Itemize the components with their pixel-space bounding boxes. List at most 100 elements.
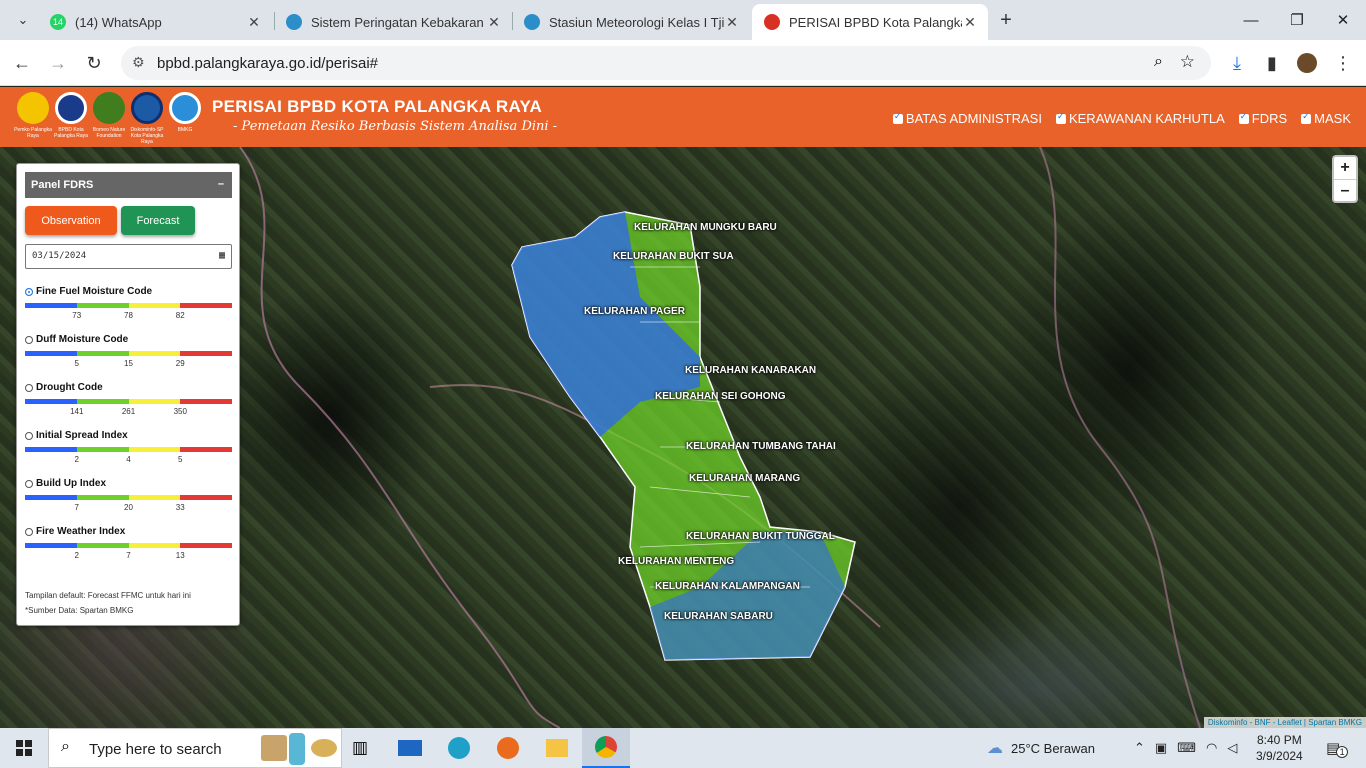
scale-tick: 13 [175, 551, 185, 560]
date-input[interactable]: 03/15/2024 ▦ [25, 244, 232, 269]
search-highlight-icon [311, 739, 337, 757]
close-icon[interactable]: ✕ [246, 14, 262, 31]
notification-count: 1 [1336, 746, 1349, 758]
volume-icon[interactable]: ◁ [1227, 740, 1237, 756]
label-kelurahan: KELURAHAN KANARAKAN [685, 365, 817, 376]
index-fire-weather-index[interactable]: Fire Weather Index 2 7 13 [25, 526, 232, 560]
whatsapp-icon: 14 [50, 14, 66, 30]
tab-perisai[interactable]: PERISAI BPBD Kota Palangka Ra ✕ [752, 4, 988, 40]
index-drought-code[interactable]: Drought Code 141 261 350 [25, 382, 232, 416]
layer-batas-administrasi[interactable]: BATAS ADMINISTRASI [892, 111, 1042, 126]
chevron-up-icon[interactable]: ⌃ [1134, 740, 1145, 756]
restore-button[interactable]: ❐ [1274, 0, 1320, 40]
forward-button[interactable]: → [43, 48, 73, 78]
bpbd-logo-icon [55, 92, 87, 124]
index-label: Initial Spread Index [36, 430, 128, 441]
globe-icon [524, 14, 540, 30]
menu-icon[interactable]: ⋮ [1328, 48, 1358, 78]
radio-icon[interactable] [25, 431, 33, 440]
index-label: Build Up Index [36, 478, 106, 489]
scale-tick: 2 [74, 551, 79, 560]
radio-icon[interactable] [25, 479, 33, 488]
radio-icon[interactable] [25, 335, 33, 344]
reload-button[interactable]: ↻ [79, 48, 109, 78]
close-icon[interactable]: ✕ [724, 14, 740, 31]
side-panel-icon[interactable]: ▮ [1257, 48, 1287, 78]
checkbox-icon[interactable] [892, 111, 903, 124]
radio-icon[interactable] [25, 527, 33, 536]
calendar-icon[interactable]: ▦ [219, 250, 225, 261]
windows-start-icon[interactable] [0, 728, 48, 768]
index-build-up-index[interactable]: Build Up Index 7 20 33 [25, 478, 232, 512]
layer-label: MASK [1314, 111, 1351, 126]
index-initial-spread-index[interactable]: Initial Spread Index 2 4 5 [25, 430, 232, 464]
weather-widget[interactable]: ☁ 25°C Berawan [987, 728, 1095, 768]
scale-tick: 15 [124, 359, 133, 368]
tab-search-icon[interactable]: ⌄ [8, 5, 38, 35]
minimize-button[interactable]: — [1228, 0, 1274, 40]
site-info-icon[interactable]: ⚙ [132, 54, 145, 71]
observation-button[interactable]: Observation [25, 206, 117, 235]
radio-icon[interactable] [25, 287, 33, 296]
label-kelurahan: KELURAHAN MARANG [689, 473, 801, 484]
back-button[interactable]: ← [7, 48, 37, 78]
bmkg-logo-icon [169, 92, 201, 124]
checkbox-icon[interactable] [1238, 111, 1249, 124]
download-icon[interactable]: ⤓ [1222, 48, 1252, 78]
fdrs-panel: Panel FDRS – Observation Forecast 03/15/… [16, 163, 240, 626]
url-input[interactable]: ⚙ bpbd.palangkaraya.go.id/perisai# ⌕ ☆ [121, 46, 1211, 80]
layer-label: KERAWANAN KARHUTLA [1068, 111, 1225, 126]
taskbar-search-input[interactable]: ⌕ Type here to search [48, 728, 342, 768]
profile-avatar[interactable] [1292, 48, 1322, 78]
chrome-icon[interactable] [582, 728, 630, 768]
tab-whatsapp[interactable]: 14 (14) WhatsApp ✕ [38, 4, 272, 40]
zoom-in-button[interactable]: + [1334, 157, 1356, 179]
panel-minimize-button[interactable]: – [218, 178, 224, 190]
mail-icon[interactable] [386, 728, 434, 768]
scale-tick: 5 [178, 455, 183, 464]
forecast-button[interactable]: Forecast [121, 206, 195, 235]
scale-tick: 141 [70, 407, 84, 416]
task-view-icon[interactable]: ▥ [336, 728, 384, 768]
clock-time: 8:40 PM [1257, 733, 1302, 747]
layer-kerawanan-karhutla[interactable]: KERAWANAN KARHUTLA [1055, 111, 1225, 126]
index-fine-fuel-moisture-code[interactable]: Fine Fuel Moisture Code 73 78 82 [25, 286, 232, 320]
close-icon[interactable]: ✕ [486, 14, 502, 31]
checkbox-icon[interactable] [1301, 111, 1312, 124]
layer-mask[interactable]: MASK [1301, 111, 1351, 126]
scale-tick: 5 [74, 359, 79, 368]
scale-tick: 7 [126, 551, 131, 560]
firefox-icon[interactable] [484, 728, 532, 768]
scale-tick: 78 [124, 311, 133, 320]
weather-text: 25°C Berawan [1011, 740, 1095, 756]
edge-icon[interactable] [435, 728, 483, 768]
file-explorer-icon[interactable] [533, 728, 581, 768]
notification-icon[interactable]: ▤ 1 [1326, 728, 1349, 768]
zoom-out-button[interactable]: – [1334, 179, 1356, 201]
bookmark-star-icon[interactable]: ☆ [1180, 52, 1195, 72]
address-bar: ← → ↻ ⚙ bpbd.palangkaraya.go.id/perisai#… [0, 40, 1366, 86]
close-window-button[interactable]: ✕ [1320, 0, 1366, 40]
cloud-icon: ☁ [987, 740, 1003, 757]
label-kelurahan: KELURAHAN BUKIT TUNGGAL [686, 531, 835, 542]
clock[interactable]: 8:40 PM 3/9/2024 [1256, 728, 1303, 768]
close-icon[interactable]: ✕ [962, 14, 978, 31]
site-tagline: - Pemetaan Resiko Berbasis Sistem Analis… [233, 119, 558, 134]
panel-note-default: Tampilan default: Forecast FFMC untuk ha… [25, 591, 191, 600]
zoom-icon[interactable]: ⌕ [1154, 53, 1163, 71]
globe-icon [286, 14, 302, 30]
tab-stasiun-meteorologi[interactable]: Stasiun Meteorologi Kelas I Tjilik ✕ [512, 4, 750, 40]
meet-icon[interactable]: ▣ [1155, 740, 1167, 756]
checkbox-icon[interactable] [1055, 111, 1066, 124]
language-icon[interactable]: ⌨ [1177, 740, 1196, 756]
scale-tick: 73 [72, 311, 82, 320]
map-attribution[interactable]: Diskominfo - BNF - Leaflet | Spartan BMK… [1203, 717, 1366, 728]
wifi-icon[interactable]: ◠ [1206, 740, 1217, 756]
radio-icon[interactable] [25, 383, 33, 392]
diskominfo-logo-icon [131, 92, 163, 124]
index-duff-moisture-code[interactable]: Duff Moisture Code 5 15 29 [25, 334, 232, 368]
new-tab-button[interactable]: + [991, 5, 1021, 35]
layer-fdrs[interactable]: FDRS [1238, 111, 1287, 126]
panel-title: Panel FDRS [31, 179, 94, 191]
tab-sistem-peringatan[interactable]: Sistem Peringatan Kebakaran H ✕ [274, 4, 512, 40]
